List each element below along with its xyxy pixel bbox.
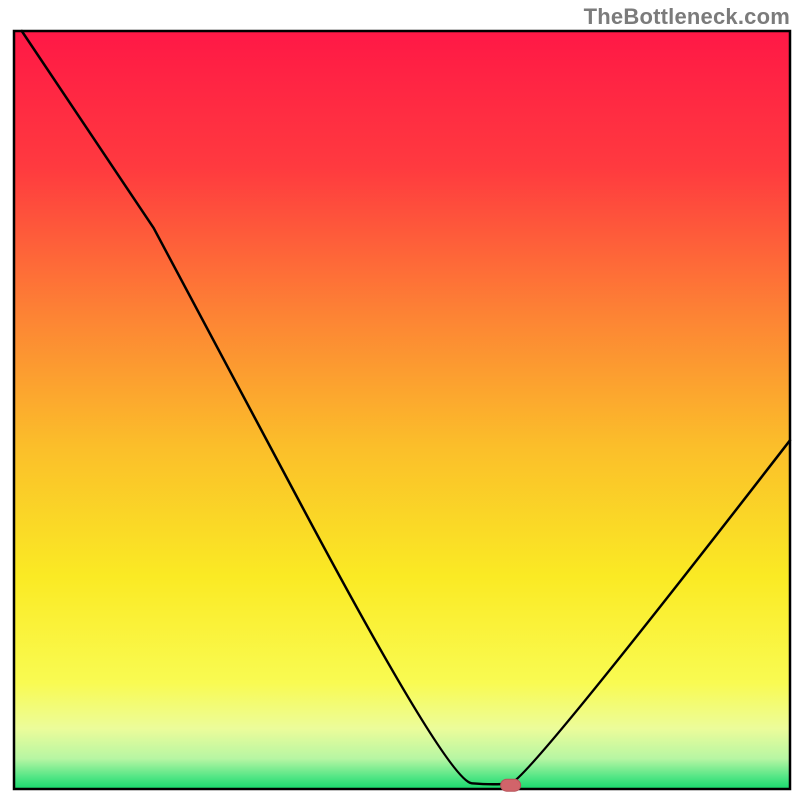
sweet-spot-marker bbox=[501, 779, 521, 791]
watermark-text: TheBottleneck.com bbox=[584, 4, 790, 30]
bottleneck-chart bbox=[0, 0, 800, 800]
chart-container: TheBottleneck.com bbox=[0, 0, 800, 800]
chart-background bbox=[14, 31, 790, 789]
